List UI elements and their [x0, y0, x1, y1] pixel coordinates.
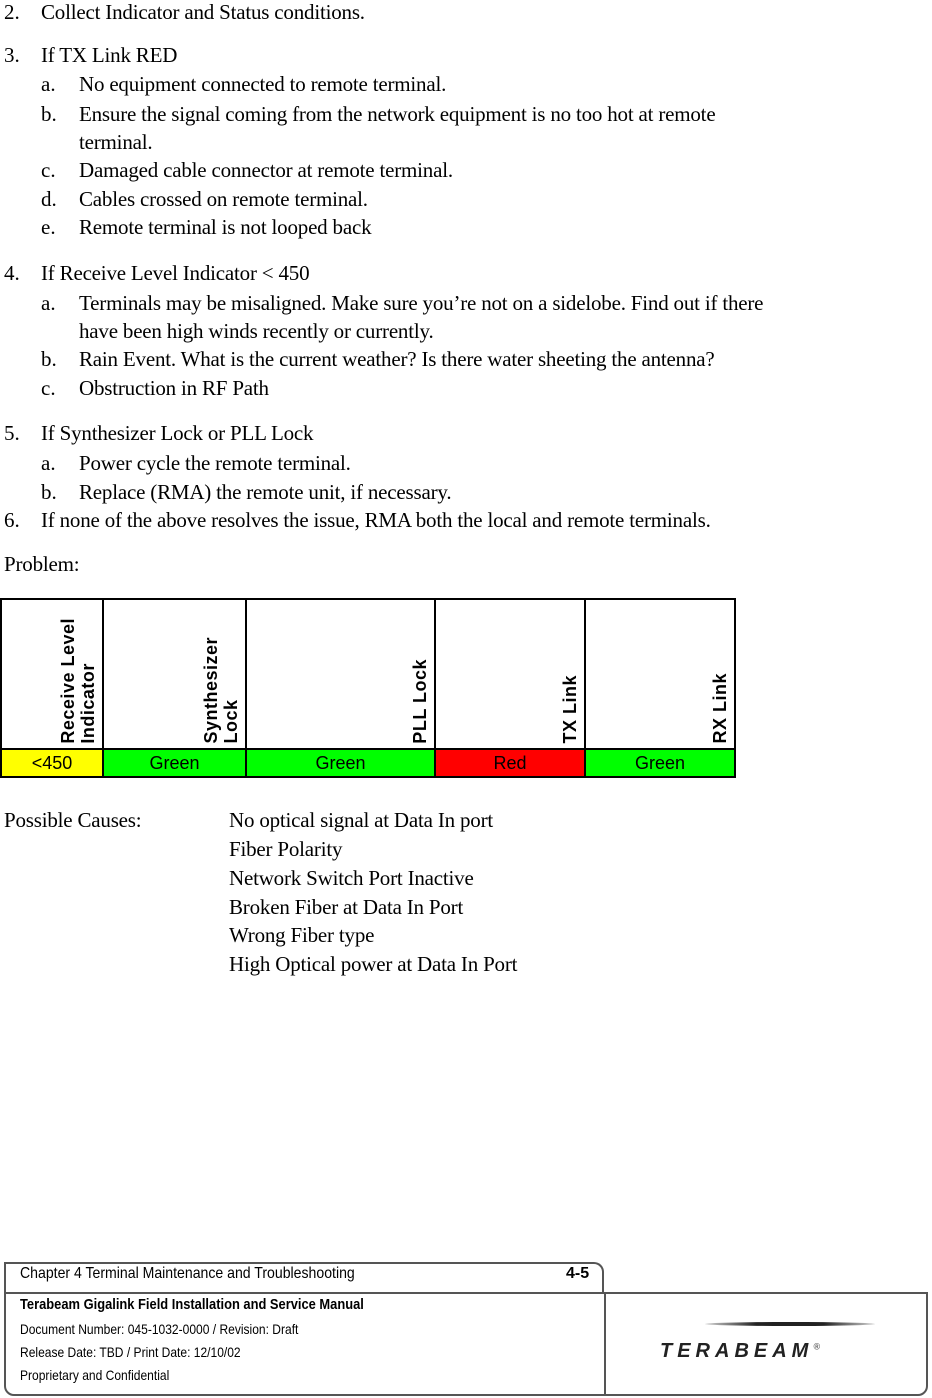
value-cell: <450	[0, 748, 104, 778]
step-text: If TX Link RED	[41, 43, 178, 67]
footer-dates: Release Date: TBD / Print Date: 12/10/02	[20, 1344, 241, 1360]
sub-text: Obstruction in RF Path	[79, 376, 269, 400]
sub-letter: c.	[41, 158, 56, 182]
table-header-row: Receive Level Indicator Synthesizer Lock P…	[0, 598, 736, 750]
header-label: Synthesizer Lock	[201, 637, 241, 744]
sub-text: Terminals may be misaligned. Make sure y…	[79, 291, 764, 315]
header-cell: TX Link	[434, 598, 586, 750]
step-number: 5.	[4, 421, 20, 445]
terabeam-logo: TERABEAM®	[660, 1340, 820, 1363]
possible-causes-label: Possible Causes:	[4, 808, 142, 832]
header-cell: RX Link	[584, 598, 736, 750]
sub-letter: d.	[41, 187, 57, 211]
footer-manual-title: Terabeam Gigalink Field Installation and…	[20, 1296, 364, 1313]
step-number: 3.	[4, 43, 20, 67]
cause-item: Fiber Polarity	[229, 837, 343, 861]
step-text: If Synthesizer Lock or PLL Lock	[41, 421, 314, 445]
value-cell: Green	[584, 748, 736, 778]
cause-item: Network Switch Port Inactive	[229, 866, 474, 890]
header-label: Receive Level Indicator	[58, 618, 98, 744]
value-cell: Green	[102, 748, 247, 778]
sub-text: No equipment connected to remote termina…	[79, 72, 447, 96]
sub-letter: a.	[41, 72, 56, 96]
sub-text-cont: have been high winds recently or current…	[79, 319, 434, 343]
sub-text: Power cycle the remote terminal.	[79, 451, 351, 475]
header-label: PLL Lock	[410, 659, 430, 744]
header-label: RX Link	[710, 673, 730, 744]
step-number: 6.	[4, 508, 20, 532]
sub-text: Cables crossed on remote terminal.	[79, 187, 368, 211]
sub-letter: b.	[41, 480, 57, 504]
status-table: Receive Level Indicator Synthesizer Lock P…	[0, 598, 736, 778]
sub-letter: a.	[41, 451, 56, 475]
header-cell: Synthesizer Lock	[102, 598, 247, 750]
cause-item: High Optical power at Data In Port	[229, 952, 518, 976]
header-cell: PLL Lock	[245, 598, 436, 750]
footer-page-number: 4-5	[566, 1265, 590, 1282]
footer-divider	[604, 1292, 606, 1396]
value-cell: Red	[434, 748, 586, 778]
terabeam-logo-beam-icon	[705, 1322, 875, 1326]
sub-letter: b.	[41, 102, 57, 126]
table-value-row: <450 Green Green Red Green	[0, 748, 736, 778]
sub-text-cont: terminal.	[79, 130, 153, 154]
header-label: TX Link	[560, 675, 580, 744]
value-cell: Green	[245, 748, 436, 778]
step-text: Collect Indicator and Status conditions.	[41, 0, 365, 24]
cause-item: Wrong Fiber type	[229, 923, 375, 947]
sub-text: Rain Event. What is the current weather?…	[79, 347, 715, 371]
footer-doc-number: Document Number: 045-1032-0000 / Revisio…	[20, 1321, 299, 1337]
sub-letter: a.	[41, 291, 56, 315]
problem-label: Problem:	[4, 552, 80, 576]
sub-text: Ensure the signal coming from the networ…	[79, 102, 716, 126]
sub-text: Damaged cable connector at remote termin…	[79, 158, 453, 182]
sub-letter: c.	[41, 376, 56, 400]
sub-text: Replace (RMA) the remote unit, if necess…	[79, 480, 452, 504]
step-number: 4.	[4, 261, 20, 285]
registered-mark-icon: ®	[813, 1341, 820, 1352]
step-text: If Receive Level Indicator < 450	[41, 261, 310, 285]
footer-chapter-title: Chapter 4 Terminal Maintenance and Troub…	[20, 1265, 355, 1282]
logo-wordmark: TERABEAM	[660, 1340, 814, 1362]
step-number: 2.	[4, 0, 20, 24]
cause-item: Broken Fiber at Data In Port	[229, 895, 464, 919]
step-text: If none of the above resolves the issue,…	[41, 508, 711, 532]
sub-letter: e.	[41, 215, 56, 239]
footer-confidential: Proprietary and Confidential	[20, 1367, 170, 1383]
header-cell: Receive Level Indicator	[0, 598, 104, 750]
sub-letter: b.	[41, 347, 57, 371]
sub-text: Remote terminal is not looped back	[79, 215, 372, 239]
cause-item: No optical signal at Data In port	[229, 808, 493, 832]
